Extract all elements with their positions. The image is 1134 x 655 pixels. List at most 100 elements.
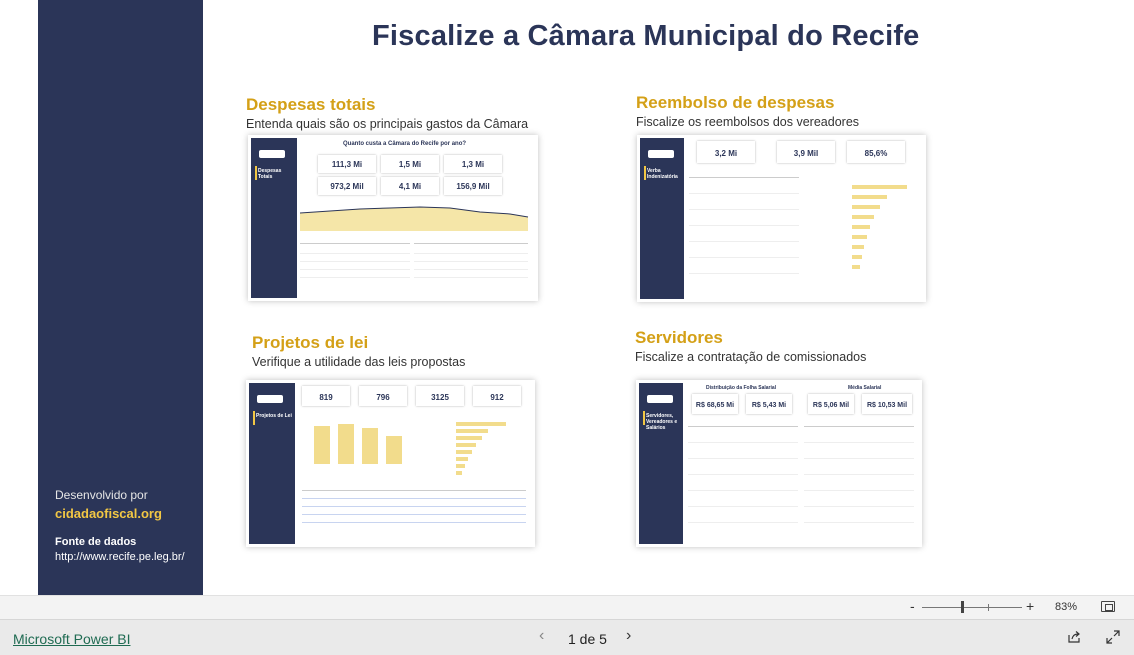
thumb-kpi: R$ 10,53 Mil xyxy=(862,394,912,414)
card-despesas-heading: Despesas totais xyxy=(246,95,376,114)
zoom-bar: - + 83% xyxy=(0,595,1134,619)
card-despesas-thumbnail[interactable]: Despesas Totais Quanto custa a Câmara do… xyxy=(248,135,538,301)
thumb-home-button xyxy=(648,150,674,158)
thumb-kpi-value: 85,6% xyxy=(864,149,888,158)
thumb-rule xyxy=(804,474,914,475)
thumb-rule xyxy=(689,209,799,210)
thumb-bar xyxy=(456,457,468,461)
thumb-nav-panel: Servidores, Vereadores e Salários xyxy=(639,383,683,544)
thumb-accent xyxy=(253,411,255,425)
thumb-rule xyxy=(688,474,798,475)
thumb-title: Média Salarial xyxy=(848,385,882,391)
power-bi-link[interactable]: Microsoft Power BI xyxy=(13,631,130,647)
developed-by-label: Desenvolvido por xyxy=(55,488,148,502)
thumb-kpi-value: 1,5 Mi xyxy=(398,160,422,169)
thumb-rule xyxy=(689,273,799,274)
page-indicator: 1 de 5 xyxy=(568,631,607,647)
thumb-home-button xyxy=(257,395,283,403)
thumb-bar xyxy=(338,424,354,464)
thumb-rule xyxy=(689,193,799,194)
thumb-bar xyxy=(456,464,465,468)
thumb-nav-panel: Projetos de Lei xyxy=(249,383,295,544)
thumb-kpi-value: 4,1 Mi xyxy=(398,182,422,191)
thumb-kpi-value: 3125 xyxy=(431,393,449,402)
next-page-button[interactable]: › xyxy=(626,627,631,645)
card-servidores-header: Servidores Fiscalize a contratação de co… xyxy=(635,328,866,364)
thumb-rule xyxy=(804,506,914,507)
card-reembolso-subheading: Fiscalize os reembolsos dos vereadores xyxy=(636,115,860,129)
thumb-rule xyxy=(688,442,798,443)
previous-page-button[interactable]: ‹ xyxy=(539,627,544,645)
thumb-rule xyxy=(804,522,914,523)
thumb-bar xyxy=(852,235,867,239)
thumb-kpi: R$ 5,06 Mil xyxy=(808,394,854,414)
card-projetos-heading: Projetos de lei xyxy=(252,333,369,352)
thumb-kpi: 3,9 Mil xyxy=(777,141,835,163)
thumb-nav-title: Despesas Totais xyxy=(258,168,282,180)
thumb-bar xyxy=(852,255,862,259)
thumb-bar xyxy=(314,426,330,464)
zoom-slider-handle[interactable] xyxy=(961,601,964,613)
thumb-rule xyxy=(689,177,799,178)
card-despesas-subheading: Entenda quais são os principais gastos d… xyxy=(246,117,529,131)
thumb-kpi-value: 3,2 Mi xyxy=(714,149,738,158)
thumb-rule xyxy=(689,225,799,226)
card-reembolso-header: Reembolso de despesas Fiscalize os reemb… xyxy=(636,93,859,129)
thumb-rule xyxy=(302,490,526,491)
thumb-bar xyxy=(456,450,472,454)
thumb-kpi-value: 3,9 Mil xyxy=(793,149,819,158)
zoom-in-button[interactable]: + xyxy=(1026,598,1034,614)
thumb-bar xyxy=(456,471,462,475)
thumb-bar xyxy=(852,245,864,249)
thumb-bar xyxy=(386,436,402,464)
thumb-rule xyxy=(300,277,410,278)
thumb-kpi-value: 819 xyxy=(319,393,333,402)
page-title: Fiscalize a Câmara Municipal do Recife xyxy=(372,20,920,52)
thumb-kpi: 1,3 Mi xyxy=(444,155,502,173)
thumb-rule xyxy=(689,257,799,258)
thumb-nav-panel: Despesas Totais xyxy=(251,138,297,298)
thumb-rule xyxy=(300,269,410,270)
thumb-rule xyxy=(302,498,526,499)
data-source-url[interactable]: http://www.recife.pe.leg.br/ xyxy=(55,551,185,563)
thumb-bar xyxy=(852,215,874,219)
thumb-kpi-value: 156,9 Mil xyxy=(456,182,490,191)
report-canvas: Desenvolvido por cidadaofiscal.org Fonte… xyxy=(0,0,1134,595)
zoom-out-button[interactable]: - xyxy=(910,598,915,614)
thumb-bar xyxy=(852,185,907,189)
thumb-rule xyxy=(689,241,799,242)
developer-link[interactable]: cidadaofiscal.org xyxy=(55,506,162,521)
fit-to-page-icon[interactable] xyxy=(1101,601,1115,612)
thumb-bar xyxy=(362,428,378,464)
card-reembolso-thumbnail[interactable]: Verba Indenizatória 3,2 Mi 3,9 Mil 85,6% xyxy=(637,135,926,302)
thumb-accent xyxy=(255,166,257,180)
thumb-bar xyxy=(852,195,887,199)
data-source-label: Fonte de dados xyxy=(55,536,137,548)
thumb-kpi: 819 xyxy=(302,386,350,406)
card-projetos-thumbnail[interactable]: Projetos de Lei 819 796 3125 912 xyxy=(246,380,535,547)
thumb-kpi-value: R$ 68,65 Mi xyxy=(695,402,735,409)
card-servidores-heading: Servidores xyxy=(635,328,723,347)
thumb-rule xyxy=(804,490,914,491)
thumb-rule xyxy=(804,458,914,459)
card-servidores-thumbnail[interactable]: Servidores, Vereadores e Salários Distri… xyxy=(636,380,922,547)
thumb-rule xyxy=(300,253,410,254)
card-servidores-subheading: Fiscalize a contratação de comissionados xyxy=(635,350,867,364)
thumb-kpi-value: 111,3 Mi xyxy=(331,160,363,169)
thumb-kpi: 156,9 Mil xyxy=(444,177,502,195)
thumb-rule xyxy=(302,514,526,515)
zoom-level: 83% xyxy=(1055,601,1078,613)
thumb-bar xyxy=(456,443,476,447)
fullscreen-icon[interactable] xyxy=(1106,630,1120,644)
thumb-bar xyxy=(456,436,482,440)
thumb-kpi: R$ 68,65 Mi xyxy=(692,394,738,414)
thumb-home-button xyxy=(259,150,285,158)
card-reembolso-heading: Reembolso de despesas xyxy=(636,93,835,112)
share-icon[interactable] xyxy=(1067,630,1081,644)
thumb-kpi-value: R$ 10,53 Mil xyxy=(866,402,908,409)
thumb-rule xyxy=(300,243,410,244)
thumb-kpi-value: 973,2 Mil xyxy=(330,182,364,191)
zoom-slider-track[interactable] xyxy=(922,607,1022,608)
thumb-rule xyxy=(414,261,528,262)
thumb-kpi-value: 912 xyxy=(490,393,504,402)
